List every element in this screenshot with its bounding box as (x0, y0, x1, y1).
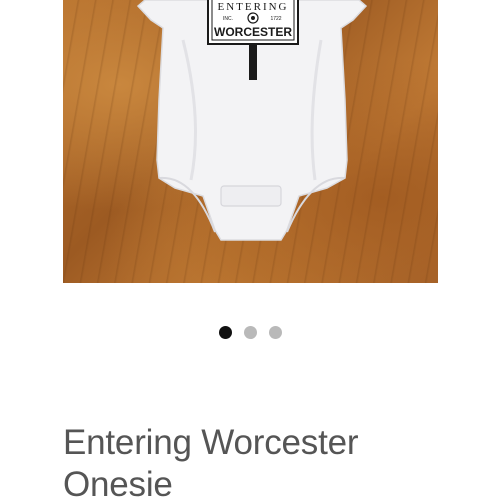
sign-post (249, 44, 257, 80)
sign-inc-text: INC. (223, 16, 233, 22)
snap-tab (220, 185, 282, 207)
sign-city-text: WORCESTER (214, 25, 292, 39)
sign-top-text: ENTERING (218, 1, 289, 13)
sign-year-text: 1722 (270, 16, 281, 22)
carousel-dot-3[interactable] (268, 326, 282, 339)
onesie-photo: ENTERING INC. 1722 WORCESTER (136, 0, 368, 241)
carousel-dot-1[interactable] (218, 326, 232, 339)
product-image[interactable]: ENTERING INC. 1722 WORCESTER (63, 0, 438, 283)
carousel-dot-2[interactable] (243, 326, 257, 339)
carousel-dots (0, 326, 500, 340)
product-title: Entering Worcester Onesie (63, 423, 359, 500)
